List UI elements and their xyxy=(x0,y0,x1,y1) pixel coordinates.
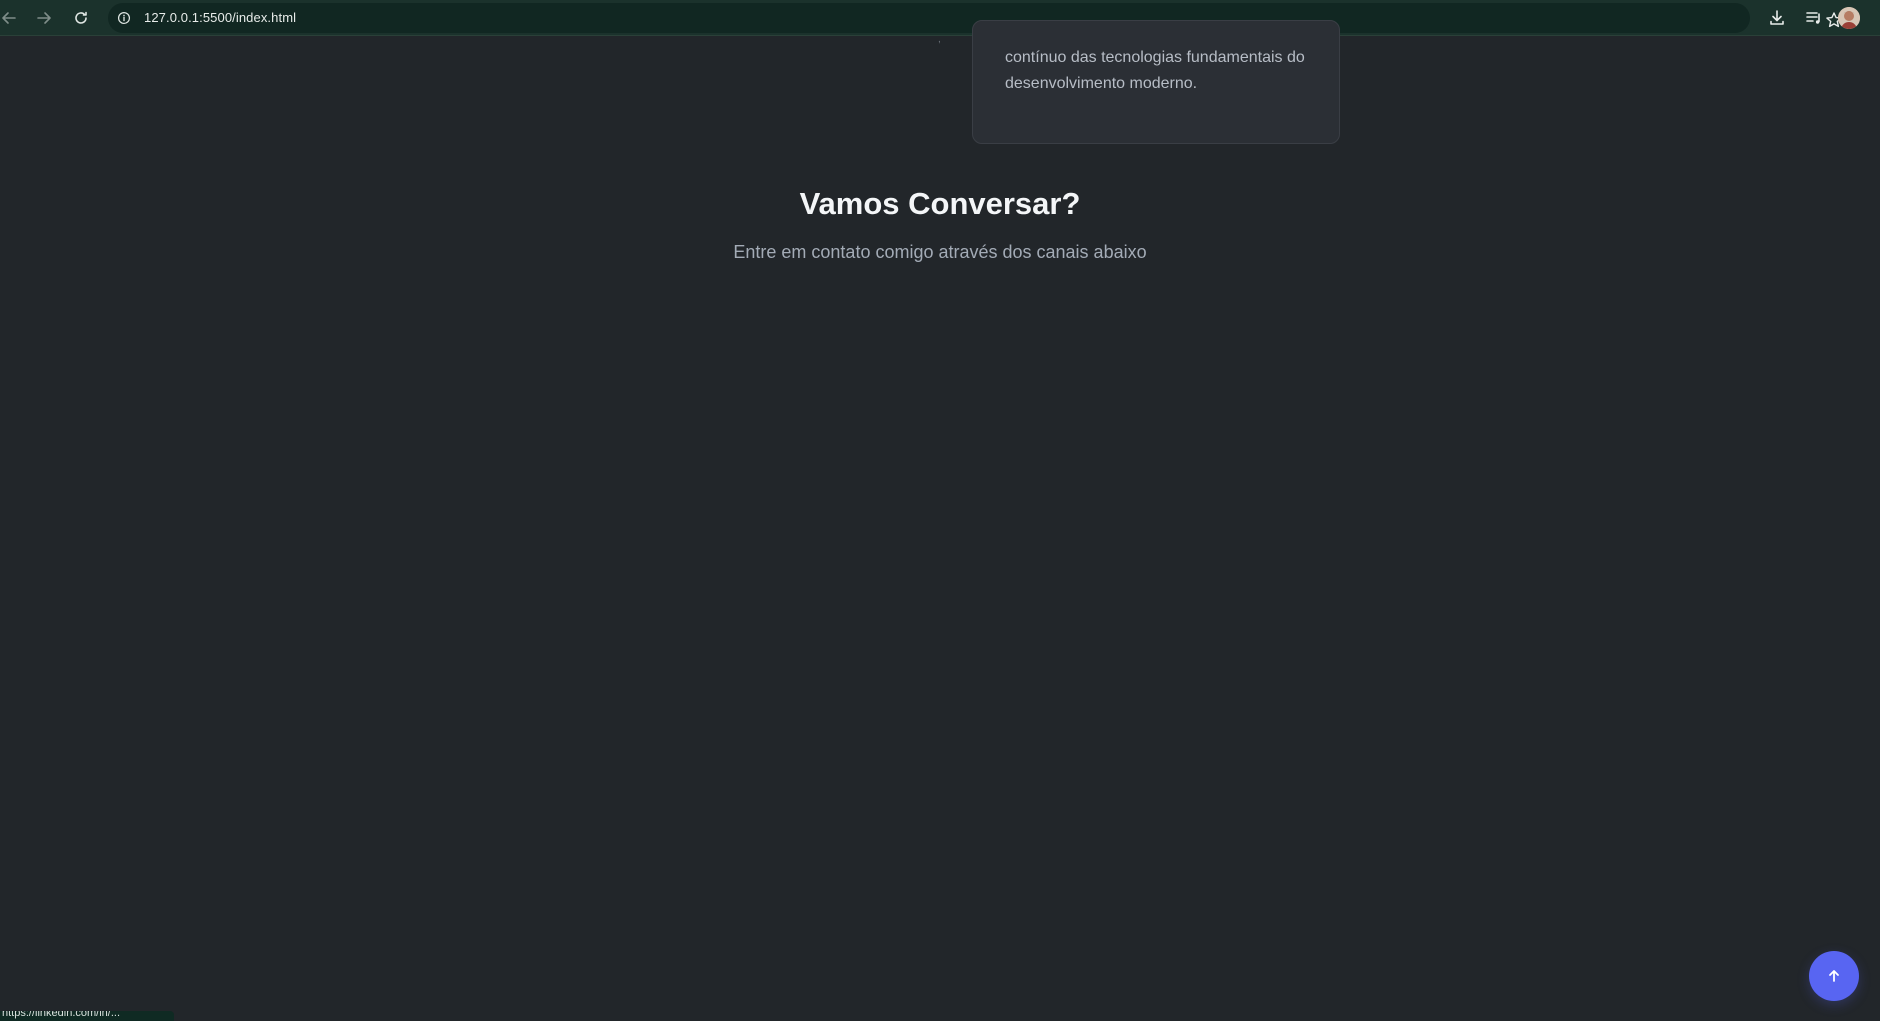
address-bar[interactable]: 127.0.0.1:5500/index.html xyxy=(108,3,1842,33)
contact-title: Vamos Conversar? xyxy=(799,186,1081,221)
arrow-left-icon xyxy=(2,12,16,24)
media-queue-icon xyxy=(1806,12,1820,24)
media-controls-button[interactable] xyxy=(1804,8,1824,28)
back-button[interactable] xyxy=(0,6,21,30)
scroll-to-top-button[interactable] xyxy=(1809,951,1859,1001)
card-text: contínuo das tecnologias fundamentais do… xyxy=(1005,49,1305,92)
contact-subtitle: Entre em contato comigo através dos cana… xyxy=(733,242,1147,262)
forward-button[interactable] xyxy=(32,6,56,30)
partial-card-edge: , xyxy=(938,34,941,45)
site-info-button[interactable] xyxy=(116,10,132,26)
info-icon xyxy=(117,11,131,25)
download-icon xyxy=(1770,10,1784,25)
reload-button[interactable] xyxy=(69,6,93,30)
url-text[interactable]: 127.0.0.1:5500/index.html xyxy=(144,10,296,25)
status-link-text: https://linkedin.com/in/... xyxy=(2,1011,120,1019)
profile-avatar[interactable] xyxy=(1838,7,1860,29)
arrow-up-icon xyxy=(1829,970,1839,982)
browser-toolbar: 127.0.0.1:5500/index.html xyxy=(0,0,1880,36)
arrow-right-icon xyxy=(37,12,51,24)
reload-icon xyxy=(75,11,87,24)
user-avatar-icon xyxy=(1838,7,1860,29)
link-status-bar: https://linkedin.com/in/... xyxy=(0,1011,174,1021)
about-card: contínuo das tecnologias fundamentais do… xyxy=(972,20,1340,144)
downloads-button[interactable] xyxy=(1767,8,1787,28)
